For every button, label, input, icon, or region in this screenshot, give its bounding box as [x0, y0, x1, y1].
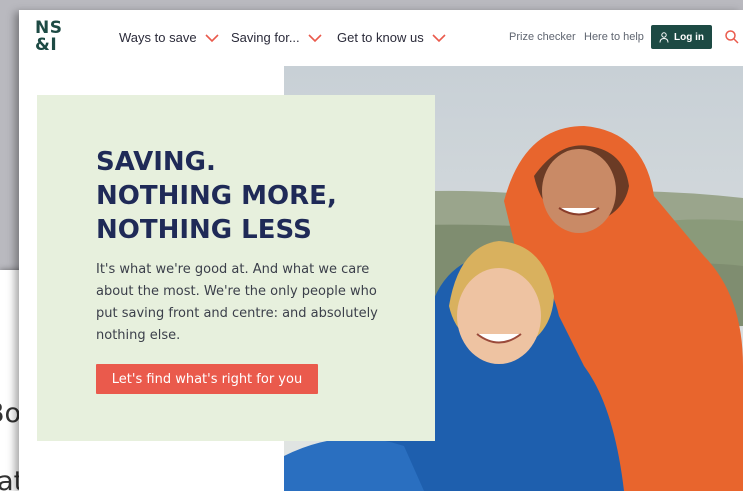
chevron-down-icon: [432, 33, 446, 42]
chevron-down-icon: [308, 33, 322, 42]
login-label: Log in: [674, 31, 704, 43]
nav-get-to-know-us[interactable]: Get to know us: [337, 30, 446, 45]
main-window: NS &I Ways to save Saving for... Get to …: [19, 10, 743, 491]
nsi-logo[interactable]: NS &I: [35, 20, 67, 54]
find-whats-right-button[interactable]: Let's find what's right for you: [96, 364, 318, 394]
site-header: NS &I Ways to save Saving for... Get to …: [19, 10, 743, 66]
hero-title-line: NOTHING LESS: [96, 215, 312, 245]
logo-bottom: &I: [35, 35, 58, 55]
hero-card: SAVING. NOTHING MORE, NOTHING LESS It's …: [37, 95, 435, 441]
hero-title-line: SAVING.: [96, 147, 216, 177]
nav-saving-for[interactable]: Saving for...: [231, 30, 322, 45]
nav-label: Get to know us: [337, 30, 424, 45]
user-icon: [659, 31, 669, 43]
nav-label: Ways to save: [119, 30, 197, 45]
chevron-down-icon: [204, 33, 219, 42]
hero-title: SAVING. NOTHING MORE, NOTHING LESS: [96, 145, 416, 247]
here-to-help-link[interactable]: Here to help: [584, 31, 644, 43]
hero-description: It's what we're good at. And what we car…: [96, 262, 378, 343]
hero-title-line: NOTHING MORE,: [96, 181, 337, 211]
search-icon[interactable]: [724, 29, 740, 45]
nav-label: Saving for...: [231, 30, 300, 45]
nav-ways-to-save[interactable]: Ways to save: [119, 30, 219, 45]
login-button[interactable]: Log in: [651, 25, 712, 49]
prize-checker-link[interactable]: Prize checker: [509, 31, 576, 43]
